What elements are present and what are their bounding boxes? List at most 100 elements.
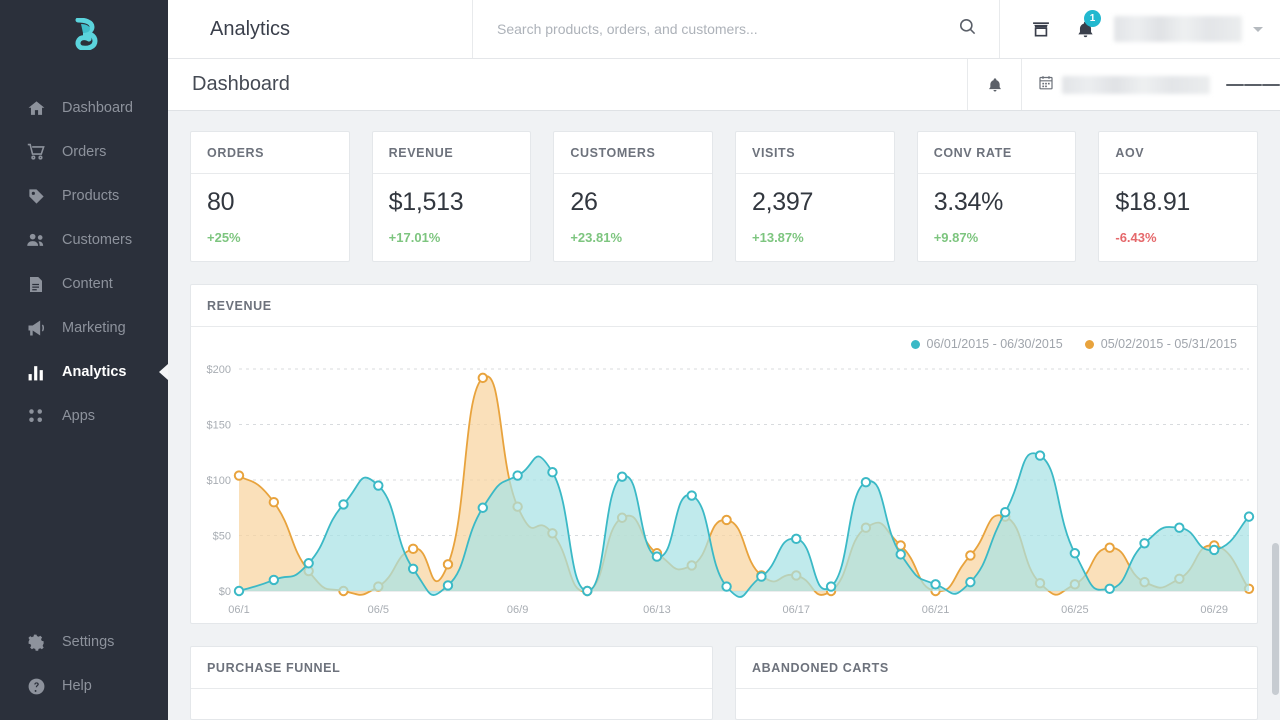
kpi-value: 3.34% [934, 188, 1060, 217]
sidebar-nav-bottom: Settings Help [0, 620, 168, 708]
revenue-chart-svg: $0$50$100$150$20006/106/506/906/1306/170… [191, 327, 1257, 623]
chart-legend: 06/01/2015 - 06/30/2015 05/02/2015 - 05/… [911, 337, 1237, 351]
kpi-card-customers: CUSTOMERS 26 +23.81% [553, 131, 713, 262]
x-axis-tick-label: 06/9 [507, 604, 528, 616]
page-menu-button[interactable] [1226, 59, 1280, 110]
notification-badge: 1 [1084, 10, 1101, 27]
dashboard-content: ORDERS 80 +25% REVENUE $1,513 +17.01% CU… [168, 111, 1280, 720]
kpi-delta: -6.43% [1115, 230, 1241, 245]
store-icon[interactable] [1020, 19, 1062, 39]
kpi-value: 80 [207, 188, 333, 217]
brand-logo[interactable] [0, 0, 168, 66]
sidebar: Dashboard Orders Products Customers [0, 0, 168, 720]
document-icon [25, 273, 47, 295]
chart-data-point [827, 582, 835, 590]
sidebar-item-label: Products [62, 188, 119, 204]
kpi-delta: +9.87% [934, 230, 1060, 245]
hamburger-line [1244, 84, 1262, 86]
sidebar-item-settings[interactable]: Settings [0, 620, 168, 664]
chart-data-point [1036, 451, 1044, 459]
legend-label: 05/02/2015 - 05/31/2015 [1101, 337, 1237, 351]
chart-data-point [897, 550, 905, 558]
sidebar-item-marketing[interactable]: Marketing [0, 306, 168, 350]
sidebar-item-customers[interactable]: Customers [0, 218, 168, 262]
page-alerts-button[interactable] [967, 59, 1021, 110]
abandoned-carts-panel: ABANDONED CARTS [735, 646, 1258, 720]
sidebar-item-analytics[interactable]: Analytics [0, 350, 168, 394]
date-range-picker[interactable] [1021, 59, 1226, 110]
chart-data-point [444, 581, 452, 589]
chart-data-point [409, 565, 417, 573]
chart-data-point [966, 578, 974, 586]
kpi-card-conv-rate: CONV RATE 3.34% +9.87% [917, 131, 1077, 262]
global-search[interactable] [473, 0, 1000, 58]
purchase-funnel-title: PURCHASE FUNNEL [191, 647, 712, 689]
calendar-icon [1038, 74, 1054, 96]
chevron-down-icon [1253, 27, 1263, 32]
kpi-value: $1,513 [389, 188, 515, 217]
top-bar-actions: 1 [1000, 0, 1280, 58]
sidebar-item-label: Marketing [62, 320, 126, 336]
chart-data-point [792, 535, 800, 543]
chart-data-point [1071, 549, 1079, 557]
x-axis-tick-label: 06/21 [922, 604, 950, 616]
home-icon [25, 97, 47, 119]
search-icon[interactable] [958, 17, 977, 41]
legend-item-current[interactable]: 06/01/2015 - 06/30/2015 [911, 337, 1063, 351]
kpi-row: ORDERS 80 +25% REVENUE $1,513 +17.01% CU… [190, 131, 1258, 262]
search-input[interactable] [497, 21, 975, 37]
kpi-value: 26 [570, 188, 696, 217]
sidebar-item-label: Orders [62, 144, 106, 160]
legend-swatch-current [911, 340, 920, 349]
chart-data-point [1210, 546, 1218, 554]
main-area: Analytics [168, 0, 1280, 720]
sidebar-item-label: Settings [62, 634, 114, 650]
gear-icon [25, 631, 47, 653]
kpi-delta: +25% [207, 230, 333, 245]
kpi-card-visits: VISITS 2,397 +13.87% [735, 131, 895, 262]
chart-data-point [931, 580, 939, 588]
purchase-funnel-panel: PURCHASE FUNNEL [190, 646, 713, 720]
chart-data-point [270, 498, 278, 506]
chart-data-point [235, 471, 243, 479]
kpi-card-orders: ORDERS 80 +25% [190, 131, 350, 262]
kpi-label: REVENUE [373, 132, 531, 174]
chart-data-point [966, 551, 974, 559]
user-name-blurred [1114, 16, 1242, 42]
kpi-value: 2,397 [752, 188, 878, 217]
content-scrollbar[interactable] [1271, 111, 1280, 720]
y-axis-tick-label: $50 [213, 531, 231, 543]
kpi-card-revenue: REVENUE $1,513 +17.01% [372, 131, 532, 262]
scrollbar-thumb[interactable] [1272, 543, 1279, 695]
sidebar-item-dashboard[interactable]: Dashboard [0, 86, 168, 130]
kpi-label: CUSTOMERS [554, 132, 712, 174]
chart-data-point [862, 478, 870, 486]
notifications-button[interactable]: 1 [1062, 19, 1108, 40]
y-axis-tick-label: $0 [219, 586, 231, 598]
sidebar-item-content[interactable]: Content [0, 262, 168, 306]
chart-data-point [722, 582, 730, 590]
chart-data-point [409, 545, 417, 553]
chart-data-point [583, 587, 591, 595]
kpi-delta: +17.01% [389, 230, 515, 245]
megaphone-icon [25, 317, 47, 339]
chart-data-point [270, 576, 278, 584]
sidebar-item-label: Apps [62, 408, 95, 424]
revenue-panel-title: REVENUE [191, 285, 1257, 327]
sidebar-item-help[interactable]: Help [0, 664, 168, 708]
sidebar-item-orders[interactable]: Orders [0, 130, 168, 174]
sidebar-item-apps[interactable]: Apps [0, 394, 168, 438]
chart-data-point [1175, 524, 1183, 532]
legend-swatch-previous [1085, 340, 1094, 349]
kpi-label: AOV [1099, 132, 1257, 174]
user-menu[interactable] [1114, 16, 1263, 42]
chart-data-point [653, 552, 661, 560]
chart-data-point [688, 491, 696, 499]
sidebar-item-products[interactable]: Products [0, 174, 168, 218]
chart-data-point [374, 481, 382, 489]
chart-data-point [548, 468, 556, 476]
kpi-value: $18.91 [1115, 188, 1241, 217]
legend-item-previous[interactable]: 05/02/2015 - 05/31/2015 [1085, 337, 1237, 351]
revenue-panel: REVENUE 06/01/2015 - 06/30/2015 05/02/20… [190, 284, 1258, 624]
x-axis-tick-label: 06/13 [643, 604, 671, 616]
